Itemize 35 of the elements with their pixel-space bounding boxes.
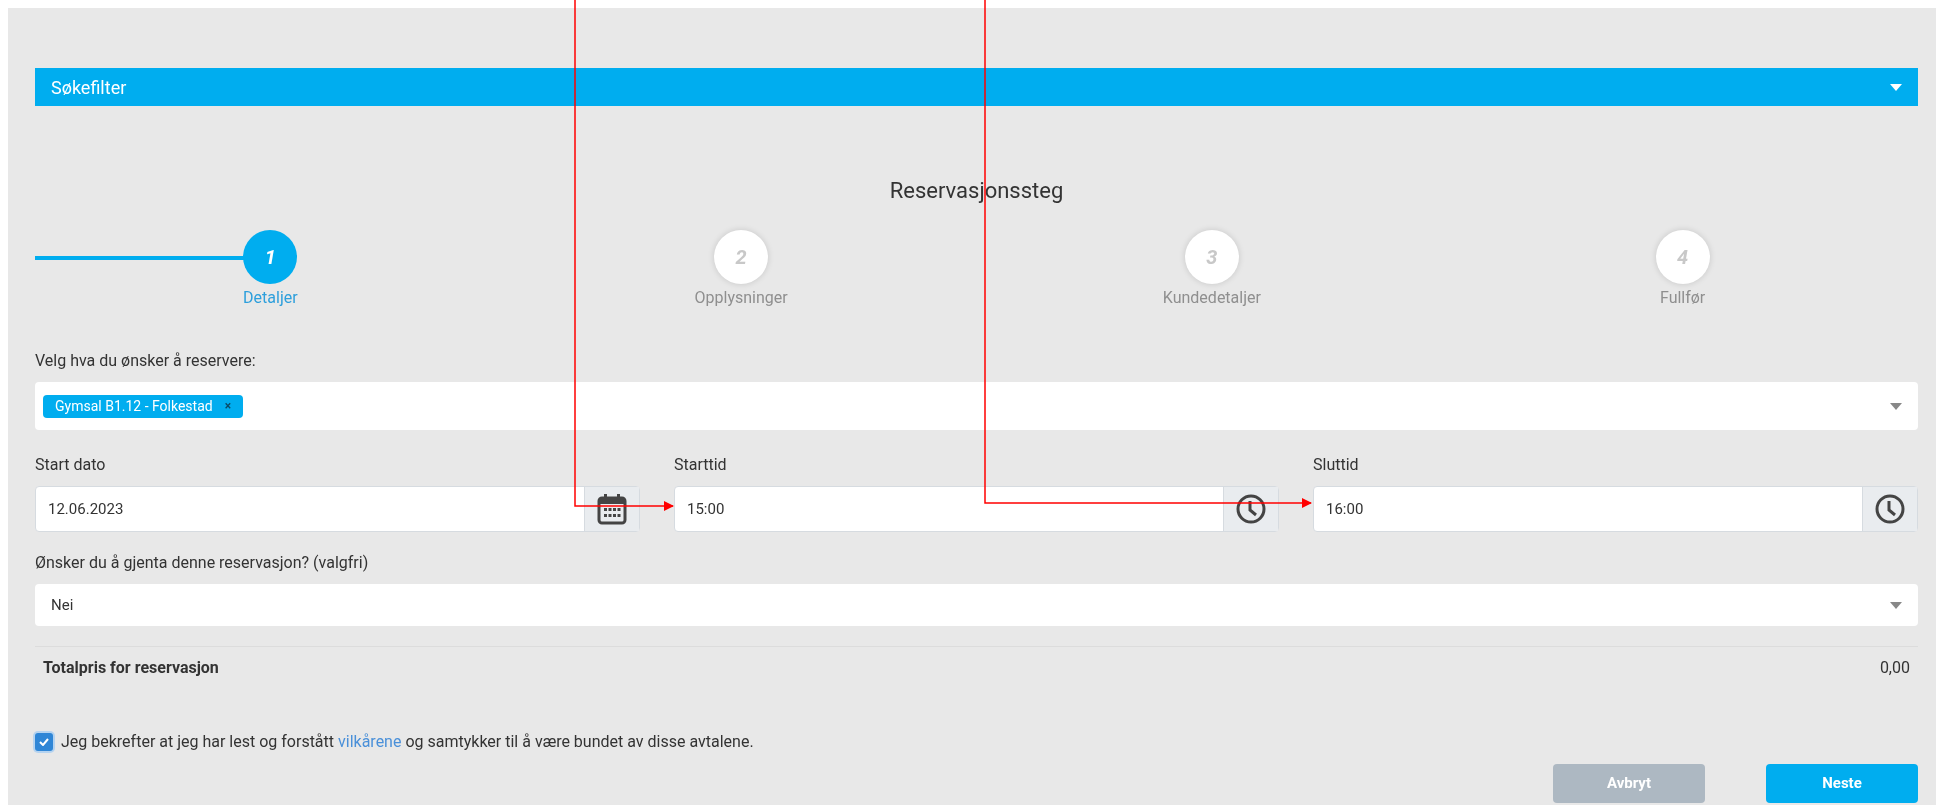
picker-button[interactable] <box>584 487 639 531</box>
resource-select[interactable]: Gymsal B1.12 - Folkestad × <box>35 382 1918 430</box>
cancel-button[interactable]: Avbryt <box>1553 764 1705 803</box>
field-label: Starttid <box>674 454 728 476</box>
step-label: Detaljer <box>243 287 298 309</box>
time-field[interactable]: 15:00 <box>674 486 1279 532</box>
total-value: 0,00 <box>1879 657 1910 679</box>
caret-icon <box>1890 601 1902 609</box>
filter-bar[interactable]: Søkefilter <box>35 68 1918 106</box>
field-label: Ønsker du å gjenta denne reservasjon? (valgfri) <box>35 552 370 574</box>
remove-tag-button[interactable]: × <box>224 397 232 415</box>
step-label: Opplysninger <box>694 287 788 309</box>
filter-bar-title: Søkefilter <box>51 75 127 100</box>
picker-button[interactable] <box>1862 487 1917 531</box>
field-label: Velg hva du ønsker å reservere: <box>35 350 257 372</box>
date-field[interactable]: 12.06.2023 <box>35 486 640 532</box>
terms-link[interactable]: vilkårene <box>338 732 402 751</box>
time-field[interactable]: 16:00 <box>1313 486 1918 532</box>
calendar-icon <box>597 493 627 525</box>
caret-icon <box>1890 83 1902 91</box>
field-label: Start dato <box>35 454 107 476</box>
check-icon <box>39 738 49 746</box>
resource-tag[interactable]: Gymsal B1.12 - Folkestad × <box>43 394 244 418</box>
clock-icon <box>1235 493 1267 525</box>
step-label: Kundedetaljer <box>1162 287 1261 309</box>
terms-checkbox[interactable] <box>35 733 53 751</box>
picker-button[interactable] <box>1223 487 1278 531</box>
next-button[interactable]: Neste <box>1766 764 1918 803</box>
total-label: Totalpris for reservasjon <box>43 657 219 679</box>
caret-icon <box>1890 402 1902 410</box>
repeat-select[interactable]: Nei <box>35 584 1918 626</box>
clock-icon <box>1874 493 1906 525</box>
terms-text: Jeg bekrefter at jeg har lest og forstått vilkårene og samtykker til å være bundet av disse avtalene. <box>61 731 754 753</box>
field-label: Sluttid <box>1313 454 1360 476</box>
step-label: Fullfør <box>1659 287 1706 309</box>
